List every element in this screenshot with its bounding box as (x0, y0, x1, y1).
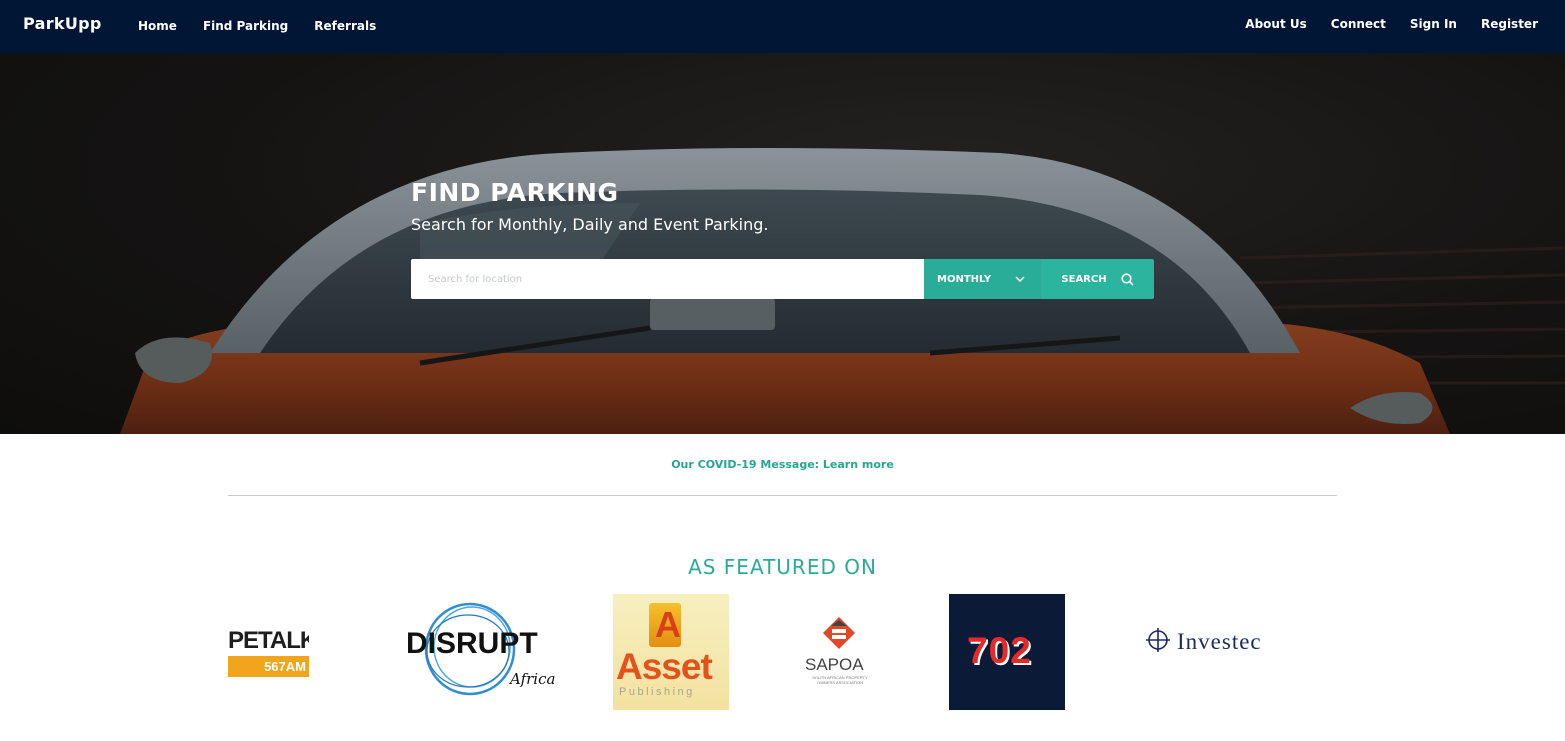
nav-left-links: Home Find Parking Referrals (138, 19, 376, 33)
search-button-label: SEARCH (1061, 273, 1107, 285)
nav-connect-link[interactable]: Connect (1331, 17, 1386, 31)
capetalk-logo-text: PETALK (228, 627, 309, 654)
sapoa-emblem-icon (823, 617, 855, 649)
asset-logo-badge: A (649, 603, 681, 647)
sapoa-logo-sub: SOUTH AFRICAN PROPERTY OWNERS ASSOCIATIO… (812, 675, 868, 685)
covid-message: Our COVID-19 Message: Learn more (0, 458, 1565, 471)
investec-logo[interactable]: Investec (1143, 625, 1303, 659)
nav-find-parking-link[interactable]: Find Parking (203, 19, 288, 33)
hero-title: FIND PARKING (411, 178, 619, 207)
capetalk-logo-sub: 567AM (264, 659, 306, 674)
search-button[interactable]: SEARCH (1041, 259, 1154, 299)
parkupp-logo[interactable]: ParkUpp (23, 14, 102, 33)
capetalk-logo-band: 567AM (228, 656, 309, 677)
covid-learn-more-link[interactable]: Learn more (823, 458, 894, 471)
disrupt-logo-sub: Africa (510, 670, 556, 688)
hero-overlay (0, 53, 1565, 434)
asset-publishing-logo[interactable]: A Asset Publishing (613, 594, 729, 710)
top-navbar: ParkUpp Home Find Parking Referrals Abou… (0, 0, 1565, 53)
sapoa-logo[interactable]: SAPOA SOUTH AFRICAN PROPERTY OWNERS ASSO… (800, 615, 880, 690)
capetalk-logo[interactable]: PETALK 567AM (228, 627, 309, 678)
chevron-down-icon (1015, 276, 1025, 282)
hero-subtitle: Search for Monthly, Daily and Event Park… (411, 215, 769, 234)
radio-702-logo-text: 702 (967, 630, 1032, 671)
asset-logo-letter: A (655, 604, 681, 645)
nav-about-us-link[interactable]: About Us (1245, 17, 1306, 31)
search-bar: MONTHLY SEARCH (411, 259, 1154, 299)
sapoa-logo-text: SAPOA (805, 655, 864, 674)
nav-register-link[interactable]: Register (1481, 17, 1538, 31)
period-selected-label: MONTHLY (937, 273, 992, 285)
search-icon (1120, 272, 1134, 286)
nav-referrals-link[interactable]: Referrals (314, 19, 376, 33)
location-search-input[interactable] (411, 259, 924, 299)
nav-right-links: About Us Connect Sign In Register (1245, 17, 1538, 31)
disrupt-africa-logo[interactable]: DISRUPT Africa (388, 594, 560, 711)
featured-title: AS FEATURED ON (688, 555, 877, 579)
asset-logo-sub: Publishing (619, 686, 695, 698)
hero-banner: FIND PARKING Search for Monthly, Daily a… (0, 53, 1565, 434)
investec-zebra-icon (1146, 628, 1170, 652)
disrupt-logo-text: DISRUPT (406, 627, 538, 660)
asset-logo-text: Asset (616, 646, 713, 687)
section-divider (228, 495, 1337, 496)
nav-home-link[interactable]: Home (138, 19, 177, 33)
covid-message-text: Our COVID-19 Message: (671, 458, 823, 471)
nav-sign-in-link[interactable]: Sign In (1410, 17, 1457, 31)
investec-logo-text: Investec (1177, 629, 1262, 654)
parking-period-select[interactable]: MONTHLY (924, 259, 1041, 299)
radio-702-logo[interactable]: 702 (949, 594, 1065, 710)
